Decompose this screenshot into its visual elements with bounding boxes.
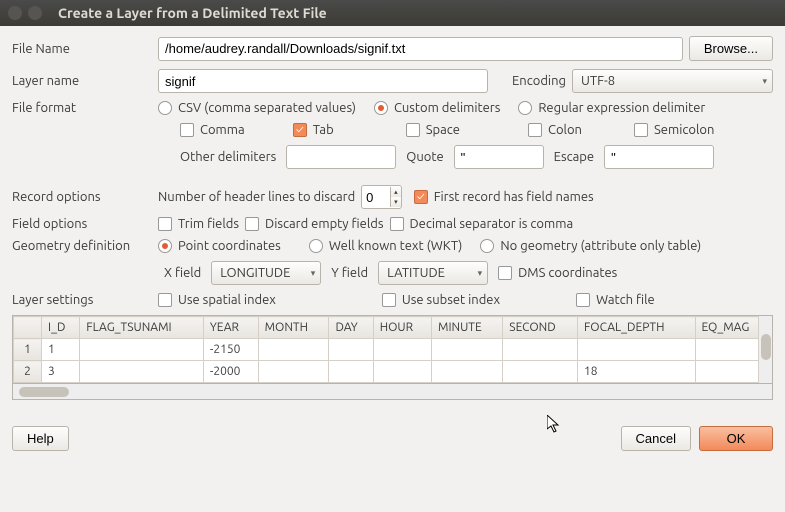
field-options-label: Field options — [12, 217, 152, 231]
check-decimal[interactable]: Decimal separator is comma — [390, 217, 574, 231]
discard-label: Number of header lines to discard — [158, 190, 355, 204]
other-delim-input[interactable] — [286, 145, 396, 169]
horizontal-scrollbar[interactable] — [12, 384, 773, 400]
quote-input[interactable] — [454, 145, 544, 169]
browse-button[interactable]: Browse... — [689, 36, 773, 61]
spinner-down-icon[interactable]: ▾ — [391, 197, 401, 207]
check-semicolon[interactable]: Semicolon — [634, 123, 714, 137]
radio-wkt[interactable]: Well known text (WKT) — [309, 239, 463, 253]
col-header[interactable]: HOUR — [373, 317, 431, 339]
col-header[interactable]: DAY — [329, 317, 373, 339]
layer-settings-label: Layer settings — [12, 293, 152, 307]
radio-csv[interactable]: CSV (comma separated values) — [158, 101, 356, 115]
col-header[interactable]: MONTH — [258, 317, 329, 339]
xfield-label: X field — [164, 266, 201, 280]
quote-label: Quote — [406, 150, 443, 164]
cancel-button[interactable]: Cancel — [621, 426, 691, 451]
check-subset[interactable]: Use subset index — [382, 293, 500, 307]
vertical-scrollbar[interactable] — [758, 316, 772, 383]
table-row[interactable]: 1 1 -2150 — [14, 339, 772, 361]
check-space[interactable]: Space — [406, 123, 460, 137]
minimize-window-icon[interactable] — [28, 6, 42, 20]
radio-custom[interactable]: Custom delimiters — [374, 101, 500, 115]
filename-label: File Name — [12, 42, 152, 56]
fileformat-label: File format — [12, 101, 152, 115]
layername-input[interactable] — [158, 69, 488, 93]
close-window-icon[interactable] — [8, 6, 22, 20]
col-header[interactable]: SECOND — [503, 317, 578, 339]
col-header[interactable]: I_D — [42, 317, 80, 339]
escape-label: Escape — [554, 150, 594, 164]
discard-spinner[interactable]: ▴▾ — [361, 185, 402, 209]
col-header[interactable]: YEAR — [203, 317, 258, 339]
check-spatial[interactable]: Use spatial index — [158, 293, 276, 307]
encoding-label: Encoding — [512, 74, 566, 88]
escape-input[interactable] — [604, 145, 714, 169]
check-first-record[interactable]: First record has field names — [414, 190, 594, 204]
check-trim[interactable]: Trim fields — [158, 217, 239, 231]
check-colon[interactable]: Colon — [528, 123, 582, 137]
yfield-select[interactable]: LATITUDE — [378, 261, 488, 285]
check-discard-empty[interactable]: Discard empty fields — [245, 217, 383, 231]
ok-button[interactable]: OK — [699, 426, 773, 451]
preview-table: I_D FLAG_TSUNAMI YEAR MONTH DAY HOUR MIN… — [12, 315, 773, 384]
check-comma[interactable]: Comma — [180, 123, 245, 137]
encoding-select[interactable]: UTF-8 — [572, 69, 773, 93]
window-title: Create a Layer from a Delimited Text Fil… — [58, 5, 327, 21]
table-row[interactable]: 2 3 -2000 18 — [14, 361, 772, 383]
geometry-label: Geometry definition — [12, 239, 152, 253]
col-header[interactable]: FLAG_TSUNAMI — [80, 317, 204, 339]
titlebar: Create a Layer from a Delimited Text Fil… — [0, 0, 785, 26]
other-delim-label: Other delimiters — [180, 150, 276, 164]
record-options-label: Record options — [12, 190, 152, 204]
xfield-select[interactable]: LONGITUDE — [211, 261, 321, 285]
spinner-up-icon[interactable]: ▴ — [391, 187, 401, 197]
radio-regex[interactable]: Regular expression delimiter — [518, 101, 705, 115]
radio-point[interactable]: Point coordinates — [158, 239, 281, 253]
yfield-label: Y field — [331, 266, 368, 280]
col-header[interactable]: FOCAL_DEPTH — [577, 317, 695, 339]
check-watch[interactable]: Watch file — [576, 293, 655, 307]
col-header[interactable]: MINUTE — [432, 317, 503, 339]
check-tab[interactable]: Tab — [293, 123, 334, 137]
help-button[interactable]: Help — [12, 426, 69, 451]
filename-input[interactable] — [158, 37, 683, 61]
check-dms[interactable]: DMS coordinates — [498, 266, 617, 280]
radio-nogeom[interactable]: No geometry (attribute only table) — [480, 239, 701, 253]
layername-label: Layer name — [12, 74, 152, 88]
